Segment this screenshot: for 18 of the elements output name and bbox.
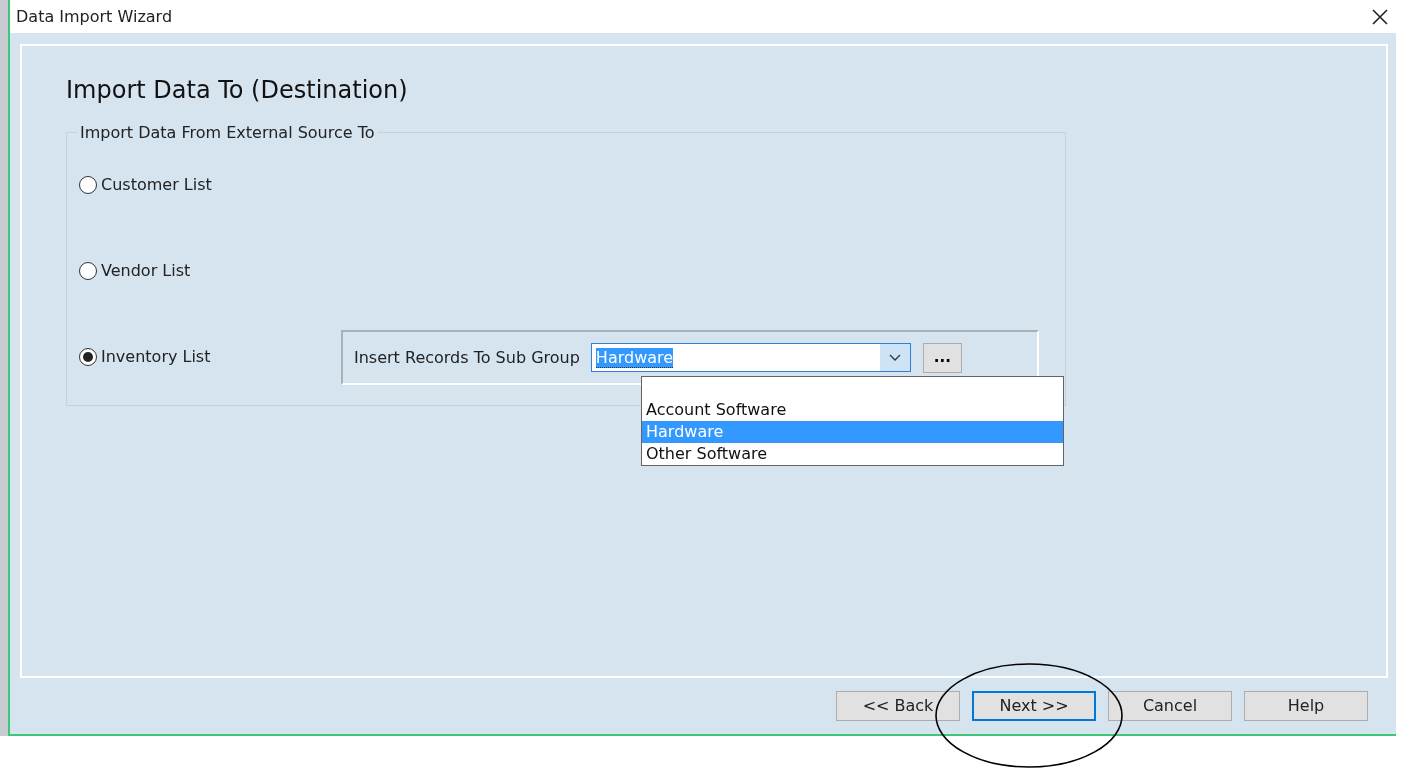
page-heading: Import Data To (Destination) xyxy=(66,75,409,106)
radio-label[interactable]: Vendor List xyxy=(101,259,191,283)
chevron-icon xyxy=(879,344,910,371)
dropdown-item[interactable]: Other Software xyxy=(642,443,1063,465)
dialog-button[interactable]: Cancel xyxy=(1108,691,1232,721)
radio-button[interactable] xyxy=(79,348,97,366)
browse-button[interactable]: ... xyxy=(922,342,962,373)
radio-button[interactable] xyxy=(79,262,97,280)
window-title: Data Import Wizard xyxy=(16,5,173,28)
dialog-button[interactable]: << Back xyxy=(836,691,960,721)
close-icon[interactable] xyxy=(1370,6,1390,27)
dialog-button[interactable]: Help xyxy=(1244,691,1368,721)
dropdown-item[interactable]: Account Software xyxy=(642,399,1063,421)
dialog-button[interactable]: Next >> xyxy=(972,691,1096,721)
radio-label[interactable]: Inventory List xyxy=(101,345,211,369)
radio-label[interactable]: Customer List xyxy=(101,173,212,197)
radio-button[interactable] xyxy=(79,176,97,194)
field-label: Insert Records To Sub Group xyxy=(354,346,580,369)
